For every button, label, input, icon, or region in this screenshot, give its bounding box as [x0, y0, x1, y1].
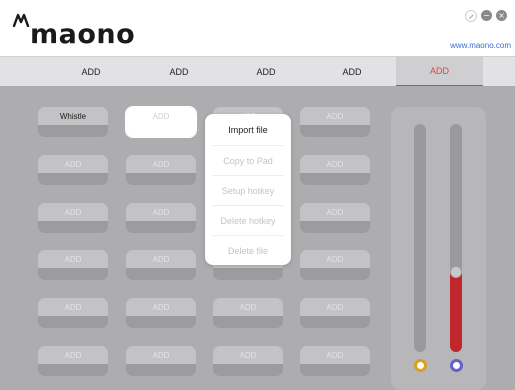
menu-item-import-file[interactable]: Import file [205, 115, 291, 144]
menu-item-copy-to-pad[interactable]: Copy to Pad [205, 146, 291, 175]
tab-bar: ADD ADD ADD ADD ADD [0, 56, 515, 87]
pad-base [38, 221, 108, 233]
pad-label: ADD [326, 207, 344, 217]
sound-pad[interactable]: ADD [38, 346, 108, 376]
pad-base [213, 268, 283, 280]
pad-base [213, 364, 283, 376]
pad-label: ADD [152, 302, 170, 312]
menu-item-delete-file[interactable]: Delete file [205, 236, 291, 265]
tab-5[interactable]: ADD [396, 57, 483, 87]
sound-pad[interactable]: ADD [126, 250, 196, 280]
pad-label: ADD [64, 302, 82, 312]
sound-pad[interactable]: ADD [126, 155, 196, 185]
sound-pad[interactable]: Whistle [38, 107, 108, 137]
sound-pad[interactable]: ADD [126, 298, 196, 328]
pad-label: ADD [326, 302, 344, 312]
tab-3[interactable]: ADD [220, 57, 312, 87]
pad-base [300, 268, 370, 280]
sound-pad[interactable]: ADD [38, 250, 108, 280]
sound-pad[interactable]: ADD [300, 107, 370, 137]
sound-pad[interactable]: ADD [300, 250, 370, 280]
pad-label: ADD [64, 254, 82, 264]
sound-pad[interactable]: ADD [300, 298, 370, 328]
pad-base [300, 173, 370, 185]
pad-label: ADD [152, 254, 170, 264]
context-menu: Import file Copy to Pad Setup hotkey Del… [205, 114, 291, 265]
menu-item-delete-hotkey[interactable]: Delete hotkey [205, 206, 291, 235]
tab-2[interactable]: ADD [133, 57, 225, 87]
tab-4[interactable]: ADD [306, 57, 398, 87]
sound-pad[interactable]: ADD [38, 203, 108, 233]
pad-label: ADD [152, 207, 170, 217]
tab-1[interactable]: ADD [45, 57, 137, 87]
volume-slider-left[interactable] [414, 124, 426, 352]
website-link[interactable]: www.maono.com [450, 41, 511, 50]
yellow-indicator-icon[interactable] [414, 359, 427, 372]
logo-mark-icon [13, 13, 30, 27]
pencil-icon[interactable] [465, 10, 477, 22]
pad-base [126, 316, 196, 328]
sound-pad[interactable]: ADD [126, 203, 196, 233]
sound-pad[interactable]: ADD [126, 346, 196, 376]
pad-base [126, 268, 196, 280]
volume-slider-handle[interactable] [450, 266, 462, 278]
pad-base [38, 173, 108, 185]
menu-item-setup-hotkey[interactable]: Setup hotkey [205, 176, 291, 205]
pad-base [38, 125, 108, 137]
pad-label: ADD [239, 302, 257, 312]
minimize-button[interactable]: − [481, 10, 492, 21]
volume-mixer [391, 107, 486, 390]
pad-base [38, 316, 108, 328]
sound-pad[interactable]: ADD [126, 107, 196, 137]
brand-name: maono [30, 19, 136, 50]
pad-base [38, 268, 108, 280]
purple-indicator-icon[interactable] [450, 359, 463, 372]
sound-pad[interactable]: ADD [213, 298, 283, 328]
pad-base [300, 316, 370, 328]
pad-label: ADD [64, 207, 82, 217]
pad-label: ADD [152, 350, 170, 360]
volume-slider-right[interactable] [450, 124, 462, 352]
window-controls: − × [465, 10, 507, 22]
sound-pad[interactable]: ADD [300, 203, 370, 233]
pad-base [300, 221, 370, 233]
pad-base [300, 364, 370, 376]
sound-pad[interactable]: ADD [38, 298, 108, 328]
pad-label: ADD [64, 159, 82, 169]
pad-label: ADD [152, 159, 170, 169]
pad-label: ADD [326, 159, 344, 169]
pad-label: ADD [64, 350, 82, 360]
volume-fill-right [450, 272, 462, 352]
pad-base [126, 125, 196, 137]
pad-base [126, 173, 196, 185]
pad-base [213, 316, 283, 328]
close-button[interactable]: × [496, 10, 507, 21]
pad-base [300, 125, 370, 137]
pad-label: ADD [326, 111, 344, 121]
pad-label: ADD [326, 254, 344, 264]
pad-label: ADD [239, 350, 257, 360]
sound-pad[interactable]: ADD [300, 155, 370, 185]
pad-base [38, 364, 108, 376]
pad-base [126, 221, 196, 233]
pad-label: ADD [152, 111, 170, 121]
pad-label: ADD [326, 350, 344, 360]
pad-base [126, 364, 196, 376]
sound-pad[interactable]: ADD [213, 346, 283, 376]
sound-pad[interactable]: ADD [300, 346, 370, 376]
sound-pad[interactable]: ADD [38, 155, 108, 185]
app-header: maono − × www.maono.com [0, 0, 515, 56]
pad-label: Whistle [59, 111, 87, 121]
